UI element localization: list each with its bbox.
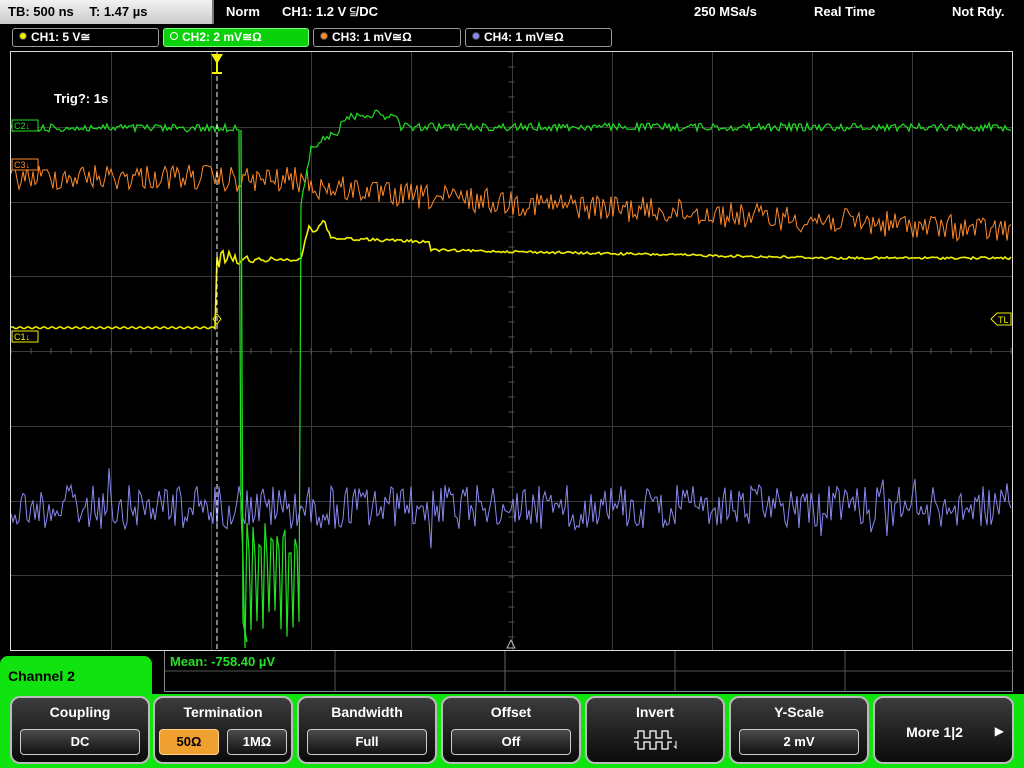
softkey-bar: Coupling DC Termination 50Ω 1MΩ Bandwidt… — [0, 694, 1024, 768]
status-bar: TB: 500 ns T: 1.47 µs Norm CH1: 1.2 V ⫅/… — [0, 0, 1024, 24]
timebase-value: TB: 500 ns — [8, 4, 74, 19]
ch4-color-dot — [472, 32, 480, 40]
c3-marker-label: C3↓ — [14, 160, 30, 170]
horizontal-center-marker — [506, 638, 516, 649]
ch3-color-dot — [320, 32, 328, 40]
ch4-trace — [11, 468, 1012, 549]
yscale-softkey[interactable]: Y-Scale 2 mV — [729, 696, 869, 764]
invert-waveform-icon — [634, 730, 677, 750]
trigger-position-marker — [211, 54, 223, 74]
tl-marker-label: TL — [998, 315, 1009, 325]
termination-title: Termination — [183, 704, 263, 720]
graticule-grid — [11, 52, 1012, 650]
invert-softkey[interactable]: Invert — [585, 696, 725, 764]
trigger-level-marker: TL — [990, 312, 1012, 326]
yscale-value[interactable]: 2 mV — [739, 729, 859, 755]
bandwidth-softkey[interactable]: Bandwidth Full — [297, 696, 437, 764]
bandwidth-title: Bandwidth — [331, 704, 403, 720]
tab-ch3[interactable]: CH3: 1 mV≅Ω — [313, 28, 461, 47]
invert-title: Invert — [635, 704, 675, 720]
c2-ground-marker: C2↓ — [11, 119, 39, 132]
waveform-display[interactable]: C2↓ C3↓ C1↓ TL Trig?: 1s — [10, 51, 1013, 651]
bandwidth-value[interactable]: Full — [307, 729, 427, 755]
more-softkey[interactable]: More 1|2 ▶ — [873, 696, 1014, 764]
sample-rate: 250 MSa/s — [694, 4, 757, 19]
trigger-mode[interactable]: Norm — [226, 4, 260, 19]
c1-marker-label: C1↓ — [14, 332, 30, 342]
ch4-label: CH4: 1 mV≅Ω — [484, 30, 564, 44]
waveform-traces — [11, 109, 1012, 649]
acquisition-mode: Real Time — [814, 4, 876, 19]
coupling-title: Coupling — [49, 704, 111, 720]
ch2-trace — [11, 109, 1012, 649]
ch2-color-dot — [170, 32, 178, 40]
ch1-trace — [11, 219, 1012, 331]
trigger-settings[interactable]: CH1: 1.2 V ⫅/DC — [282, 4, 378, 20]
termination-1mohm-option[interactable]: 1MΩ — [227, 729, 287, 755]
ch2-label: CH2: 2 mV≅Ω — [182, 30, 262, 44]
tab-ch4[interactable]: CH4: 1 mV≅Ω — [465, 28, 612, 47]
measurement-grid — [165, 651, 1014, 691]
channel-tabs: CH1: 5 V≅ CH2: 2 mV≅Ω CH3: 1 mV≅Ω CH4: 1… — [0, 26, 1024, 48]
offset-title: Offset — [490, 704, 532, 720]
termination-50ohm-option[interactable]: 50Ω — [159, 729, 219, 755]
c1-ground-marker: C1↓ — [11, 330, 39, 343]
ch1-color-dot — [19, 32, 27, 40]
more-label: More 1|2 — [906, 724, 963, 740]
measurement-panel[interactable]: Mean: -758.40 µV — [164, 651, 1014, 692]
trigger-timeout-info: Trig?: 1s — [54, 91, 109, 106]
termination-softkey[interactable]: Termination 50Ω 1MΩ — [153, 696, 293, 764]
more-arrow-icon: ▶ — [994, 724, 1004, 738]
tab-ch2[interactable]: CH2: 2 mV≅Ω — [163, 28, 309, 47]
time-position-value: T: 1.47 µs — [89, 4, 148, 19]
waveform-canvas[interactable]: C2↓ C3↓ C1↓ TL — [11, 52, 1012, 650]
offset-value[interactable]: Off — [451, 729, 571, 755]
tab-ch1[interactable]: CH1: 5 V≅ — [12, 28, 159, 47]
coupling-softkey[interactable]: Coupling DC — [10, 696, 150, 764]
timebase-box[interactable]: TB: 500 ns T: 1.47 µs — [0, 0, 214, 24]
ch1-label: CH1: 5 V≅ — [31, 30, 91, 44]
yscale-title: Y-Scale — [774, 704, 824, 720]
c2-marker-label: C2↓ — [14, 121, 30, 131]
offset-softkey[interactable]: Offset Off — [441, 696, 581, 764]
acquisition-status: Not Rdy. — [952, 4, 1005, 19]
mean-measurement: Mean: -758.40 µV — [170, 654, 276, 669]
c3-ground-marker: C3↓ — [11, 158, 39, 171]
ch3-label: CH3: 1 mV≅Ω — [332, 30, 412, 44]
coupling-value[interactable]: DC — [20, 729, 140, 755]
